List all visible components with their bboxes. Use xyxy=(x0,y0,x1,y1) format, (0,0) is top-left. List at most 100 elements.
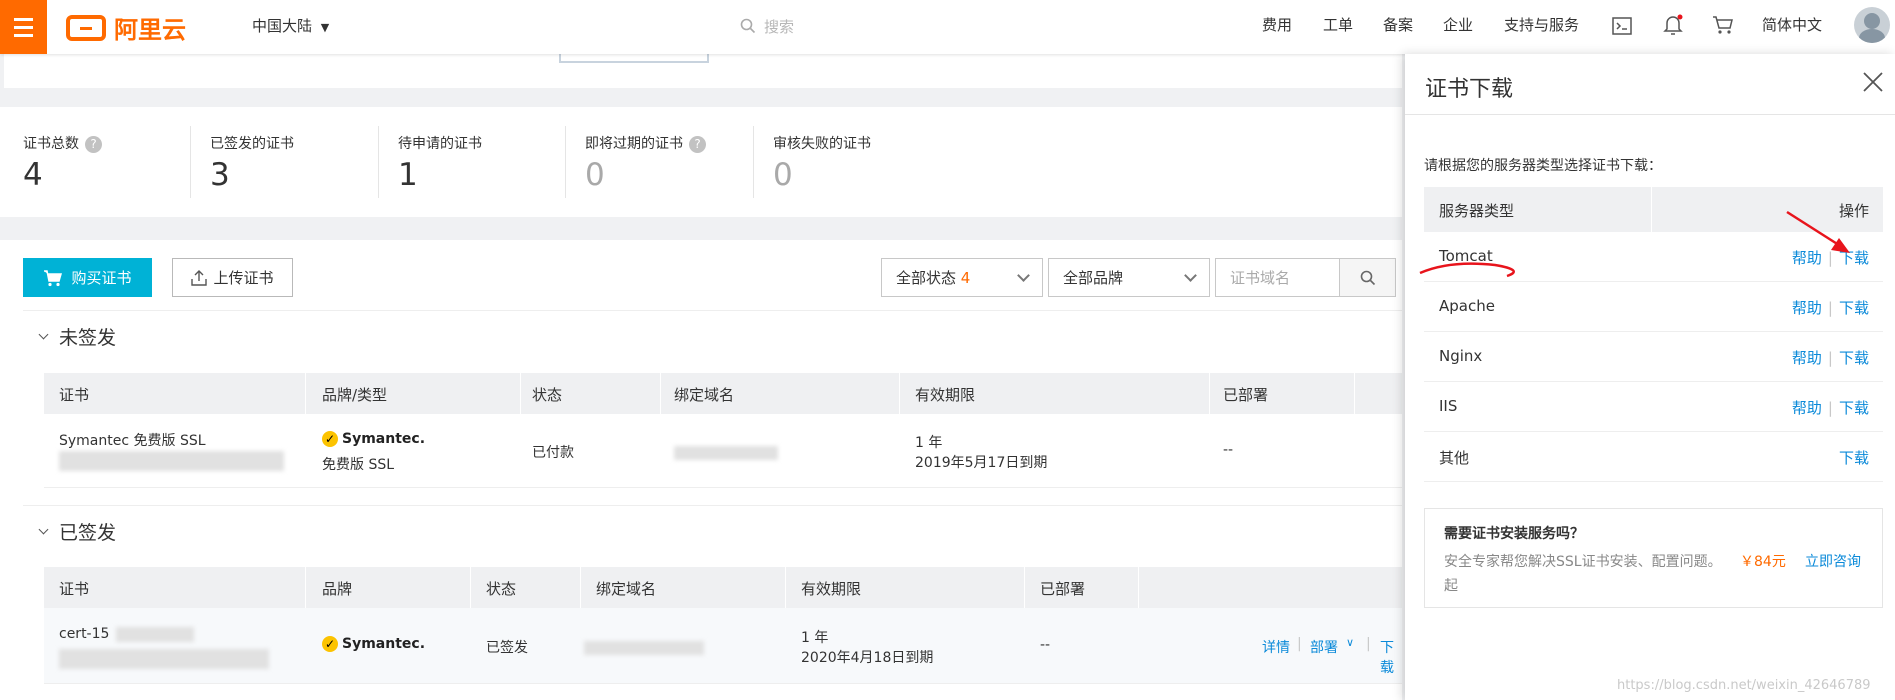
server-name: Nginx xyxy=(1439,347,1483,365)
cert-name: Symantec 免费版 SSL xyxy=(59,433,206,449)
col-cert: 证书 xyxy=(59,386,90,404)
deployed-value: -- xyxy=(1223,442,1234,458)
redacted-cert-id xyxy=(59,451,284,471)
col-deployed: 已部署 xyxy=(1040,580,1086,598)
issued-table-header: 证书 品牌 状态 绑定域名 有效期限 已部署 xyxy=(44,567,1402,608)
action-separator: | xyxy=(1366,636,1371,652)
server-name: Apache xyxy=(1439,297,1495,315)
deploy-link[interactable]: 部署 xyxy=(1310,637,1338,657)
redacted-cert-id xyxy=(59,649,269,669)
promo-text: 安全专家帮您解决SSL证书安装、配置问题。 xyxy=(1444,554,1722,570)
cart-icon[interactable] xyxy=(1712,15,1734,35)
stat-failed: 审核失败的证书 0 xyxy=(773,133,871,193)
top-panel-fragment xyxy=(4,54,1402,88)
check-icon: ✓ xyxy=(322,636,338,652)
unissued-section-header[interactable]: 未签发 xyxy=(38,323,116,350)
stat-failed-value: 0 xyxy=(773,157,793,193)
col-cert: 证书 xyxy=(59,580,90,598)
drawer-divider xyxy=(1405,114,1895,115)
help-link[interactable]: 帮助 xyxy=(1792,347,1822,368)
watermark: https://blog.csdn.net/weixin_42646789 xyxy=(1617,678,1871,693)
aliyun-logo[interactable]: 阿里云 xyxy=(66,10,186,45)
cart-icon xyxy=(44,269,63,286)
check-icon: ✓ xyxy=(322,431,338,447)
validity-date: 2019年5月17日到期 xyxy=(915,455,1048,471)
download-link[interactable]: 下载 xyxy=(1839,447,1869,468)
language-switch[interactable]: 简体中文 xyxy=(1762,14,1822,35)
close-icon[interactable] xyxy=(1862,71,1884,93)
domain-search-input[interactable]: 证书域名 xyxy=(1215,258,1340,297)
server-row-iis: IIS 帮助 | 下载 xyxy=(1424,382,1883,432)
status-filter-count: 4 xyxy=(960,269,971,287)
nav-fees[interactable]: 费用 xyxy=(1262,14,1292,35)
region-selector[interactable]: 中国大陆 ▼ xyxy=(252,15,329,36)
domain-search-button[interactable] xyxy=(1339,258,1396,297)
status-filter-select[interactable]: 全部状态 4 xyxy=(881,258,1043,297)
redacted-cert-suffix xyxy=(116,627,194,642)
help-icon[interactable]: ? xyxy=(689,135,706,153)
chevron-down-icon xyxy=(38,524,49,535)
region-label: 中国大陆 xyxy=(252,17,313,35)
help-link[interactable]: 帮助 xyxy=(1792,397,1822,418)
brand-filter-select[interactable]: 全部品牌 xyxy=(1048,258,1210,297)
user-avatar[interactable] xyxy=(1854,7,1890,43)
stat-divider xyxy=(565,126,566,198)
issued-section-header[interactable]: 已签发 xyxy=(38,518,117,545)
panel-tab-fragment xyxy=(559,54,709,63)
buy-certificate-button[interactable]: 购买证书 xyxy=(23,258,152,297)
consult-link[interactable]: 立即咨询 xyxy=(1805,551,1861,571)
col-validity: 有效期限 xyxy=(915,386,976,404)
help-link[interactable]: 帮助 xyxy=(1792,297,1822,318)
download-link[interactable]: 下载 xyxy=(1839,397,1869,418)
help-icon[interactable]: ? xyxy=(85,135,102,153)
action-separator: | xyxy=(1297,636,1302,652)
table-row[interactable]: Symantec 免费版 SSL ✓ Symantec. 免费版 SSL 已付款 … xyxy=(44,414,1402,488)
nav-support[interactable]: 支持与服务 xyxy=(1504,14,1579,35)
stat-issued: 已签发的证书 3 xyxy=(210,133,294,193)
annotation-overlay xyxy=(1419,210,1850,278)
drawer-title: 证书下载 xyxy=(1425,77,1514,102)
cert-name: cert-15 xyxy=(59,626,110,642)
unissued-table-header: 证书 品牌/类型 状态 绑定域名 有效期限 已部署 xyxy=(44,373,1402,414)
nav-filing[interactable]: 备案 xyxy=(1383,14,1413,35)
terminal-icon[interactable] xyxy=(1612,17,1632,35)
chevron-down-icon: ∨ xyxy=(1346,636,1355,649)
col-brand: 品牌/类型 xyxy=(322,386,388,404)
table-row[interactable]: cert-15 ✓ Symantec. 已签发 1 年 2020年4月18日到期 … xyxy=(44,608,1402,684)
upload-certificate-button[interactable]: 上传证书 xyxy=(172,258,293,297)
symantec-logo: ✓ Symantec. xyxy=(322,636,425,652)
hamburger-menu-icon[interactable] xyxy=(0,0,47,54)
validity-date: 2020年4月18日到期 xyxy=(801,650,934,666)
server-name: IIS xyxy=(1439,397,1458,415)
status-filter-label: 全部状态 xyxy=(896,269,957,287)
top-navbar: 阿里云 中国大陆 ▼ 搜索 费用 工单 备案 企业 支持与服务 简体中文 xyxy=(0,0,1895,54)
nav-tickets[interactable]: 工单 xyxy=(1323,14,1353,35)
logo-text: 阿里云 xyxy=(114,16,186,44)
brand-name: Symantec. xyxy=(342,431,426,447)
redacted-domain xyxy=(674,446,778,460)
nav-enterprise[interactable]: 企业 xyxy=(1443,14,1473,35)
buy-label: 购买证书 xyxy=(71,269,132,287)
stat-expiring-value: 0 xyxy=(585,157,605,193)
download-link[interactable]: 下载 xyxy=(1380,637,1402,677)
search-icon xyxy=(740,18,756,34)
issued-title: 已签发 xyxy=(59,522,117,544)
promo-price: ￥84元 xyxy=(1740,554,1786,570)
cert-type: 免费版 SSL xyxy=(322,457,395,473)
section-divider xyxy=(23,505,1402,506)
certificate-stats: 证书总数? 4 已签发的证书 3 待申请的证书 1 即将过期的证书? 0 审核失… xyxy=(0,107,1402,217)
annotation-arrow xyxy=(1786,210,1843,249)
bell-icon[interactable] xyxy=(1663,14,1683,36)
global-search[interactable]: 搜索 xyxy=(740,12,990,40)
annotation-underline xyxy=(1419,262,1515,278)
stat-failed-label: 审核失败的证书 xyxy=(773,136,871,152)
download-link[interactable]: 下载 xyxy=(1839,347,1869,368)
certificate-download-drawer: 证书下载 请根据您的服务器类型选择证书下载： 服务器类型 操作 Tomcat 帮… xyxy=(1405,54,1895,700)
stat-expiring-label: 即将过期的证书 xyxy=(585,136,683,152)
detail-link[interactable]: 详情 xyxy=(1262,637,1290,657)
col-deployed: 已部署 xyxy=(1223,386,1269,404)
download-link[interactable]: 下载 xyxy=(1839,297,1869,318)
stat-divider xyxy=(753,126,754,198)
stat-pending-label: 待申请的证书 xyxy=(398,136,482,152)
symantec-logo: ✓ Symantec. xyxy=(322,431,425,447)
